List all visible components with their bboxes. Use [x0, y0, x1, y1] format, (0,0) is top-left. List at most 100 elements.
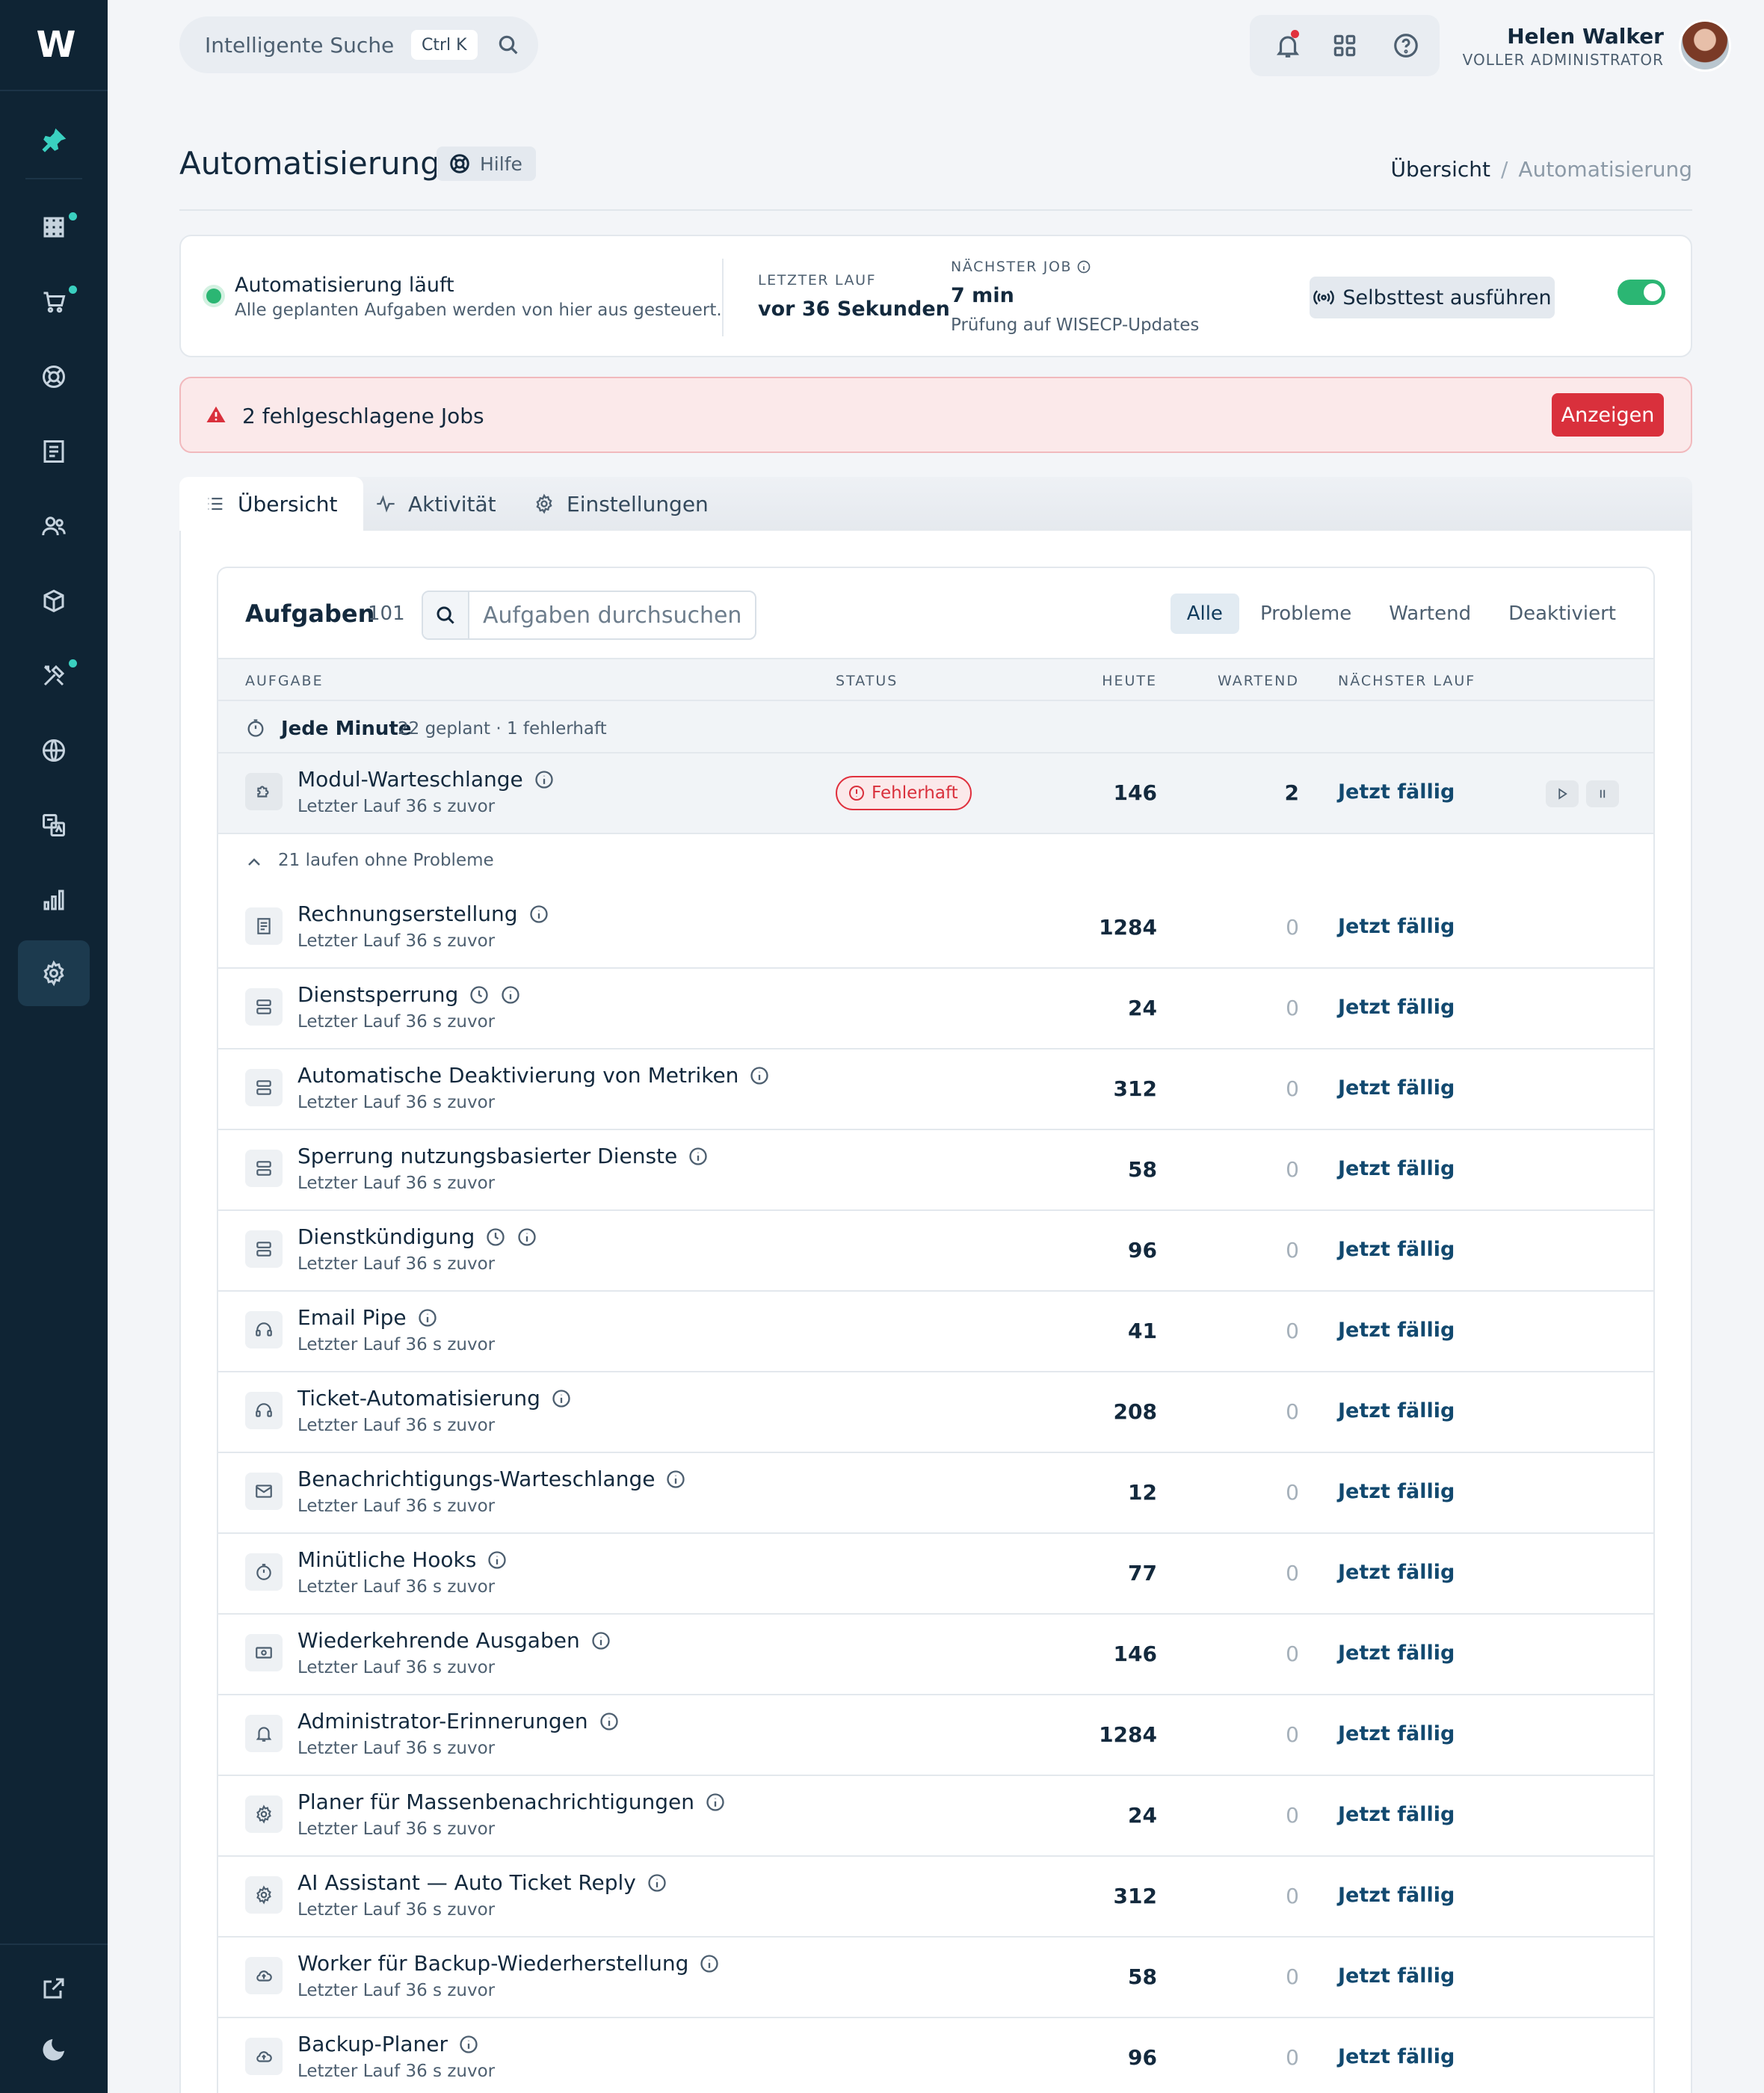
next-run-link[interactable]: Jetzt fällig [1338, 1399, 1455, 1422]
info-icon[interactable] [1076, 259, 1091, 274]
avatar[interactable] [1679, 19, 1731, 72]
info-icon[interactable] [417, 1307, 438, 1328]
info-icon[interactable] [551, 1388, 572, 1409]
nav-users[interactable] [18, 493, 90, 559]
table-row-failed[interactable]: Modul-Warteschlange Letzter Lauf 36 s zu… [218, 753, 1653, 834]
info-icon[interactable] [534, 769, 555, 790]
pause-button[interactable] [1586, 780, 1619, 807]
pin-nav-button[interactable] [18, 108, 90, 173]
task-last-run: Letzter Lauf 36 s zuvor [297, 1577, 496, 1597]
schedule-icon[interactable] [485, 1227, 506, 1248]
tab-overview[interactable]: Übersicht [179, 477, 363, 531]
table-row[interactable]: Sperrung nutzungsbasierter Dienste Letzt… [218, 1130, 1653, 1211]
help-center-button[interactable] [1392, 31, 1420, 60]
info-icon[interactable] [599, 1711, 620, 1732]
table-row[interactable]: Ticket-Automatisierung Letzter Lauf 36 s… [218, 1372, 1653, 1453]
next-run-link[interactable]: Jetzt fällig [1338, 1076, 1455, 1100]
task-search-input[interactable] [471, 592, 755, 638]
info-icon[interactable] [647, 1872, 667, 1893]
filter-disabled[interactable]: Deaktiviert [1492, 594, 1632, 634]
next-run-link[interactable]: Jetzt fällig [1338, 1157, 1455, 1180]
nav-support[interactable] [18, 344, 90, 410]
table-row[interactable]: Wiederkehrende Ausgaben Letzter Lauf 36 … [218, 1615, 1653, 1695]
next-job-label-wrap: NÄCHSTER JOB [951, 259, 1091, 275]
next-run-link[interactable]: Jetzt fällig [1338, 1884, 1455, 1907]
table-row[interactable]: Minütliche Hooks Letzter Lauf 36 s zuvor… [218, 1534, 1653, 1615]
today-count: 58 [1128, 1964, 1157, 1989]
table-row[interactable]: AI Assistant — Auto Ticket Reply Letzter… [218, 1857, 1653, 1938]
table-row[interactable]: Benachrichtigungs-Warteschlange Letzter … [218, 1453, 1653, 1534]
col-task[interactable]: AUFGABE [245, 673, 324, 689]
help-button[interactable]: Hilfe [437, 147, 536, 181]
nav-reports[interactable] [18, 867, 90, 933]
task-search [422, 591, 756, 640]
table-row[interactable]: Dienstkündigung Letzter Lauf 36 s zuvor … [218, 1211, 1653, 1292]
external-link-button[interactable] [18, 1955, 90, 2021]
automation-toggle[interactable] [1617, 280, 1665, 305]
info-icon[interactable] [665, 1469, 686, 1490]
table-row[interactable]: Worker für Backup-Wiederherstellung Letz… [218, 1938, 1653, 2018]
global-search[interactable]: Intelligente Suche Ctrl K [179, 16, 538, 73]
info-icon[interactable] [487, 1550, 508, 1570]
logo[interactable]: W [0, 0, 108, 91]
nav-shop[interactable] [18, 269, 90, 335]
table-row[interactable]: Planer für Massenbenachrichtigungen Letz… [218, 1776, 1653, 1857]
nav-invoices[interactable] [18, 419, 90, 484]
next-run-link[interactable]: Jetzt fällig [1338, 2045, 1455, 2068]
run-button[interactable] [1546, 780, 1579, 807]
next-run-link[interactable]: Jetzt fällig [1338, 1561, 1455, 1584]
nav-apps[interactable] [18, 194, 90, 260]
next-run-link[interactable]: Jetzt fällig [1338, 1722, 1455, 1745]
nav-translate[interactable] [18, 792, 90, 858]
nav-settings[interactable] [18, 940, 90, 1006]
info-icon[interactable] [528, 904, 549, 925]
table-row[interactable]: Backup-Planer Letzter Lauf 36 s zuvor 96… [218, 2018, 1653, 2093]
info-icon[interactable] [458, 2034, 479, 2055]
nav-tools[interactable] [18, 643, 90, 709]
next-run-link[interactable]: Jetzt fällig [1338, 1964, 1455, 1988]
waiting-count: 0 [1286, 1964, 1299, 1989]
show-failed-jobs-button[interactable]: Anzeigen [1552, 393, 1664, 437]
tab-settings[interactable]: Einstellungen [534, 477, 709, 531]
nav-domains[interactable] [18, 718, 90, 783]
schedule-icon[interactable] [469, 984, 490, 1005]
col-today[interactable]: HEUTE [1102, 673, 1157, 689]
filter-waiting[interactable]: Wartend [1372, 594, 1487, 634]
next-run-link[interactable]: Jetzt fällig [1338, 915, 1455, 938]
col-next-run[interactable]: NÄCHSTER LAUF [1338, 673, 1475, 689]
next-run-link[interactable]: Jetzt fällig [1338, 1642, 1455, 1665]
user-name[interactable]: Helen Walker [1507, 24, 1664, 49]
table-row[interactable]: Rechnungserstellung Letzter Lauf 36 s zu… [218, 888, 1653, 969]
col-status[interactable]: STATUS [836, 673, 898, 689]
apps-button[interactable] [1330, 31, 1359, 60]
info-icon[interactable] [749, 1065, 770, 1086]
info-icon[interactable] [699, 1953, 720, 1974]
table-row[interactable]: Email Pipe Letzter Lauf 36 s zuvor 41 0 … [218, 1292, 1653, 1372]
next-run-link[interactable]: Jetzt fällig [1338, 1803, 1455, 1826]
filter-problems[interactable]: Probleme [1244, 594, 1368, 634]
breadcrumb-home[interactable]: Übersicht [1390, 157, 1490, 182]
table-row[interactable]: Automatische Deaktivierung von Metriken … [218, 1049, 1653, 1130]
filter-all[interactable]: Alle [1170, 594, 1239, 634]
table-row[interactable]: Administrator-Erinnerungen Letzter Lauf … [218, 1695, 1653, 1776]
info-icon[interactable] [688, 1146, 709, 1167]
dark-mode-toggle[interactable] [18, 2017, 90, 2083]
col-waiting[interactable]: WARTEND [1218, 673, 1299, 689]
collapse-healthy-tasks[interactable]: 21 laufen ohne Probleme [218, 834, 1653, 888]
nav-apps-badge [69, 212, 77, 221]
collapse-label: 21 laufen ohne Probleme [278, 851, 494, 870]
next-run-link[interactable]: Jetzt fällig [1338, 1238, 1455, 1261]
next-run-link[interactable]: Jetzt fällig [1338, 996, 1455, 1019]
next-run-link[interactable]: Jetzt fällig [1338, 1319, 1455, 1342]
nav-products[interactable] [18, 568, 90, 634]
selftest-button[interactable]: Selbsttest ausführen [1310, 277, 1555, 318]
info-icon[interactable] [516, 1227, 537, 1248]
warning-icon [206, 406, 226, 422]
table-row[interactable]: Dienstsperrung Letzter Lauf 36 s zuvor 2… [218, 969, 1653, 1049]
next-run-link[interactable]: Jetzt fällig [1338, 1480, 1455, 1503]
next-run-link[interactable]: Jetzt fällig [1338, 780, 1455, 804]
info-icon[interactable] [500, 984, 521, 1005]
info-icon[interactable] [590, 1630, 611, 1651]
info-icon[interactable] [705, 1792, 726, 1813]
tab-activity[interactable]: Aktivität [375, 477, 496, 531]
